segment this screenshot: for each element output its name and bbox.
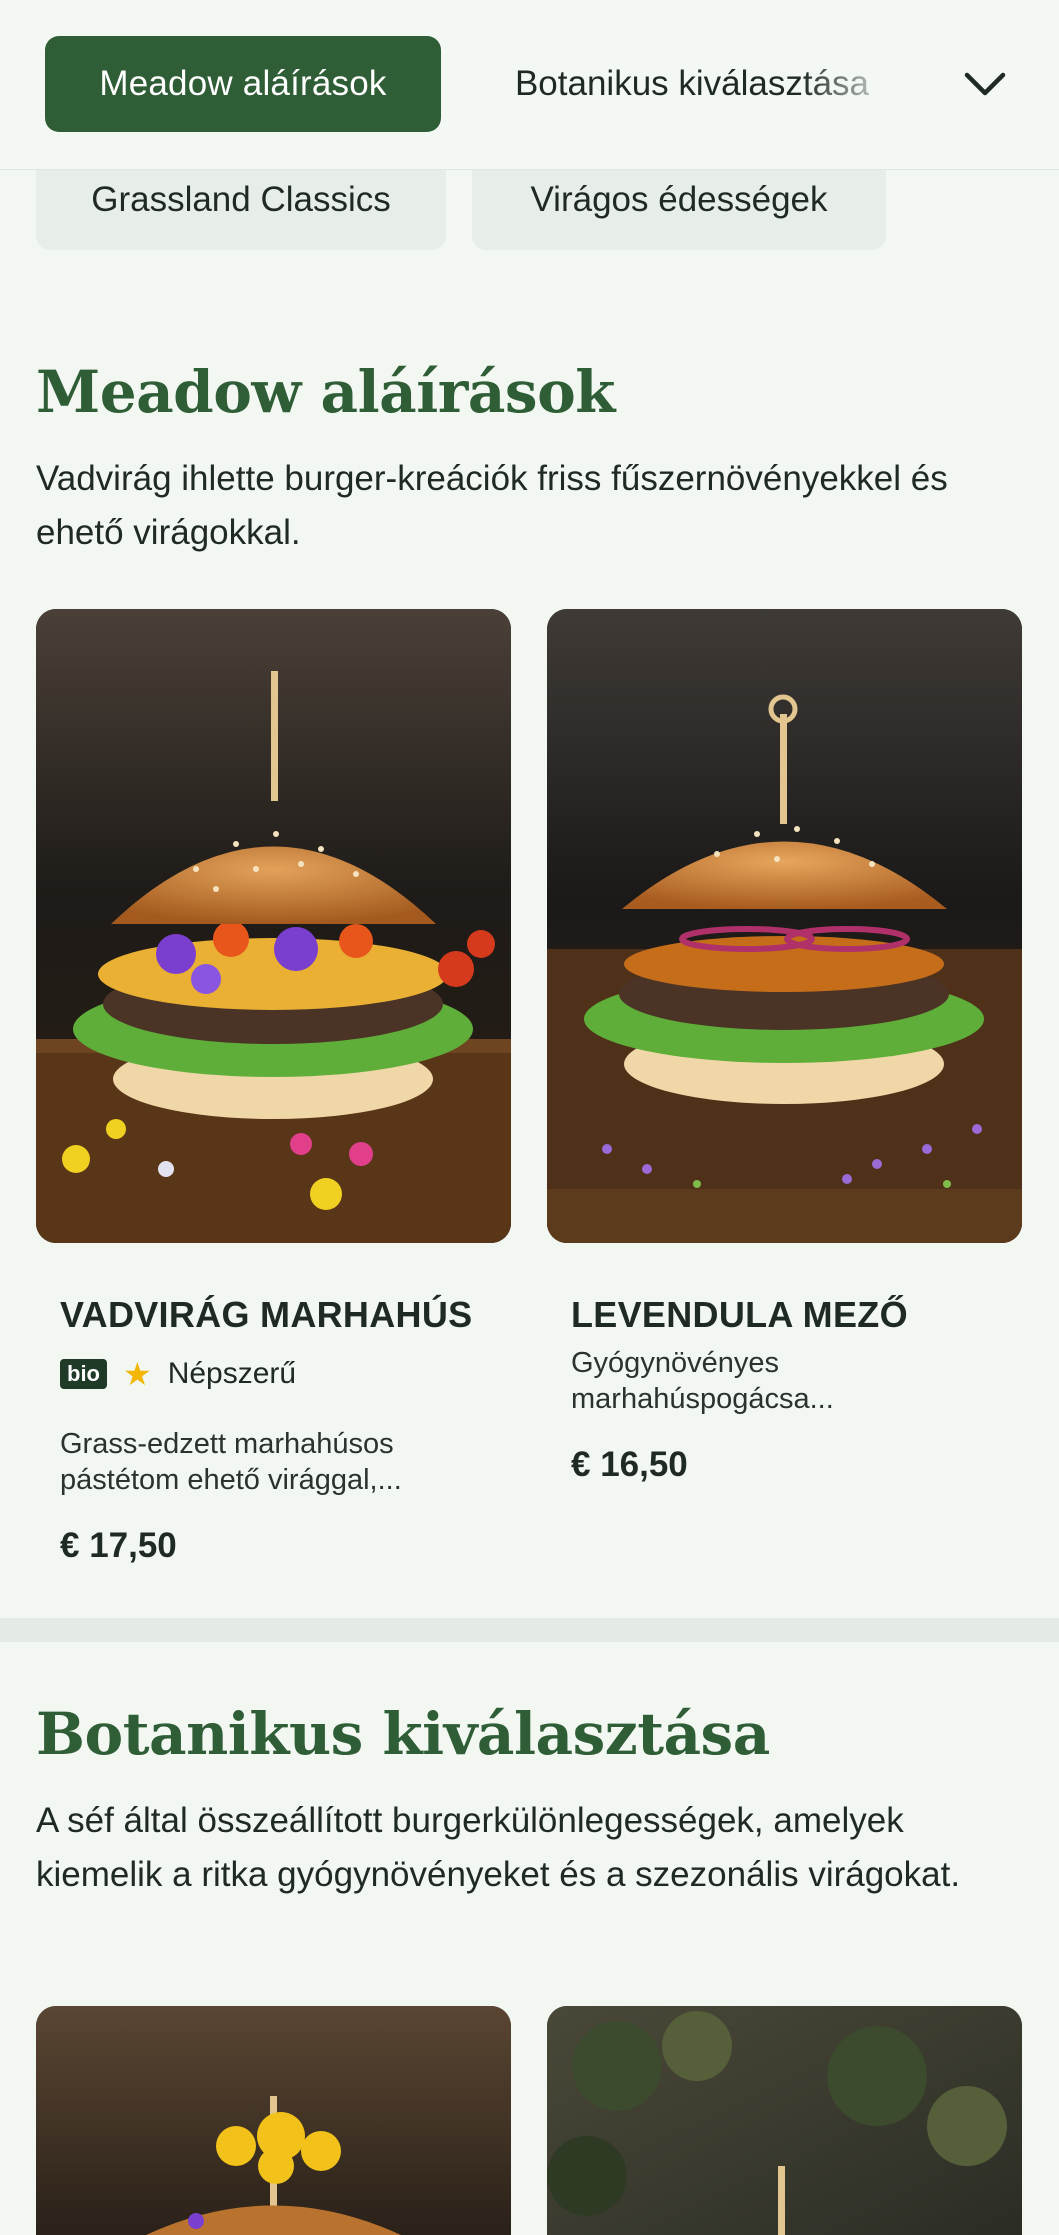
chevron-down-icon — [964, 72, 1006, 96]
tab-botanical-selection[interactable]: Botanikus kiválasztása — [472, 36, 912, 132]
product-description: Gyógynövényes marhahúspogácsa... — [571, 1347, 834, 1415]
popular-label: Népszerű — [167, 1357, 297, 1390]
product-image[interactable] — [36, 2006, 511, 2235]
category-nav: Meadow aláírások Botanikus kiválasztása — [0, 0, 1059, 170]
tab-label: Botanikus kiválasztása — [514, 64, 870, 103]
product-image[interactable] — [547, 609, 1022, 1243]
product-tags: bio ★ Népszerű — [60, 1357, 296, 1391]
product-image[interactable] — [36, 609, 511, 1243]
product-name: LEVENDULA MEZŐ — [571, 1294, 908, 1335]
product-image[interactable] — [547, 2006, 1022, 2235]
more-categories-button[interactable] — [950, 52, 1020, 116]
tab-meadow-signatures[interactable]: Meadow aláírások — [45, 36, 441, 132]
star-icon: ★ — [123, 1356, 152, 1392]
section-description: A séf által összeállított burgerkülönleg… — [36, 1801, 961, 1894]
section-divider — [0, 1618, 1059, 1642]
bio-badge: bio — [60, 1359, 107, 1389]
product-price: € 17,50 — [60, 1526, 177, 1565]
product-name: VADVIRÁG MARHAHÚS — [60, 1294, 473, 1335]
section-description: Vadvirág ihlette burger-kreációk friss f… — [36, 459, 948, 552]
section-title: Botanikus kiválasztása — [36, 1700, 770, 1768]
product-description: Grass-edzett marhahúsos pástétom ehető v… — [60, 1428, 402, 1496]
product-price: € 16,50 — [571, 1445, 688, 1484]
chip-label: Grassland Classics — [91, 180, 391, 219]
chip-label: Virágos édességek — [530, 180, 828, 219]
tab-label: Meadow aláírások — [99, 64, 387, 103]
section-title: Meadow aláírások — [36, 358, 615, 426]
